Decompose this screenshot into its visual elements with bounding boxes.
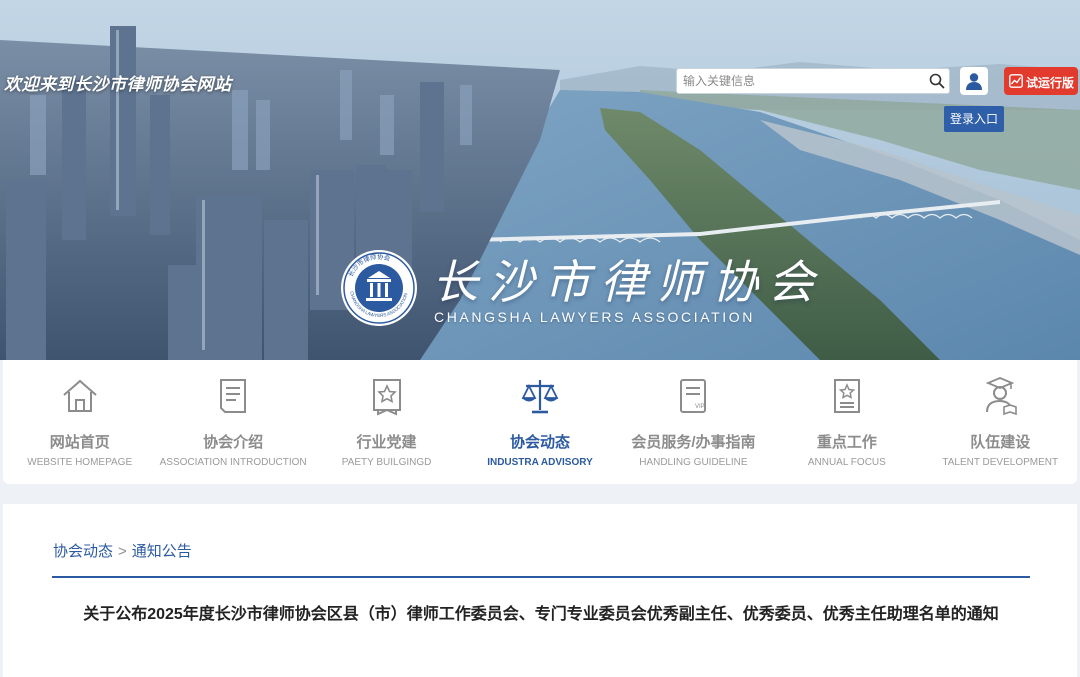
user-icon (966, 73, 982, 90)
nav-label-en: INDUSTRA ADVISORY (487, 457, 593, 468)
search-icon[interactable] (929, 73, 945, 89)
nav-item-homepage[interactable]: 网站首页 WEBSITE HOMEPAGE (3, 360, 156, 484)
certificate-icon (833, 379, 860, 413)
welcome-message: 欢迎来到长沙市律师协会网站 (4, 75, 232, 94)
vip-card-icon: VIP (680, 379, 707, 413)
association-emblem: 长沙市律师协会 CHANGSHA LAWYERS ASSOCIATION (341, 250, 417, 326)
title-divider (52, 576, 1030, 578)
chart-trend-icon (1009, 74, 1023, 88)
nav-label-cn: 协会介绍 (203, 434, 264, 451)
nav-label-en: HANDLING GUIDELINE (639, 457, 748, 468)
breadcrumb: 协会动态 > 通知公告 (53, 540, 192, 561)
nav-label-cn: 行业党建 (356, 434, 417, 451)
nav-label-en: ANNUAL FOCUS (807, 457, 886, 468)
nav-label-cn: 协会动态 (509, 434, 570, 451)
nav-label-en: WEBSITE HOMEPAGE (27, 457, 133, 468)
login-button[interactable]: 登录入口 (944, 106, 1004, 132)
nav-label-cn: 队伍建设 (970, 434, 1031, 451)
nav-item-association-intro[interactable]: 协会介绍 ASSOCIATION INTRODUCTION (156, 360, 309, 484)
nav-label-cn: 重点工作 (816, 434, 877, 451)
scales-icon (521, 380, 559, 414)
nav-label-en: TALENT DEVELOPMENT (942, 457, 1059, 468)
association-name-english: CHANGSHA LAWYERS ASSOCIATION (434, 309, 755, 325)
nav-item-member-services[interactable]: VIP 会员服务/办事指南 HANDLING GUIDELINE (617, 360, 770, 484)
home-icon (63, 379, 97, 412)
breadcrumb-section-link[interactable]: 协会动态 (53, 543, 113, 560)
nav-label-cn: 会员服务/办事指南 (631, 434, 756, 451)
graduate-icon (985, 377, 1018, 416)
search-box[interactable] (676, 68, 950, 94)
article-title: 关于公布2025年度长沙市律师协会区县（市）律师工作委员会、专门专业委员会优秀副… (83, 606, 999, 623)
nav-item-party-building[interactable]: 行业党建 PAETY BUILGINGD (310, 360, 463, 484)
nav-item-association-news[interactable]: 协会动态 INDUSTRA ADVISORY (463, 360, 616, 484)
nav-label-en: ASSOCIATION INTRODUCTION (159, 457, 307, 468)
badge-icon (372, 379, 401, 416)
association-name-calligraphy: 长沙市律师协会 (432, 255, 824, 309)
trial-badge-label: 试运行版 (1026, 76, 1075, 90)
nav-label-cn: 网站首页 (49, 434, 110, 451)
main-navigation: 网站首页 WEBSITE HOMEPAGE 协会介绍 ASSOCIATION I… (3, 360, 1077, 484)
nav-item-key-work[interactable]: 重点工作 ANNUAL FOCUS (770, 360, 923, 484)
hero-banner: 欢迎来到长沙市律师协会网站 试运行版 登录入口 (0, 0, 1080, 360)
breadcrumb-current-page[interactable]: 通知公告 (132, 543, 192, 560)
document-icon (220, 379, 247, 413)
user-account-button[interactable] (960, 67, 988, 95)
breadcrumb-separator: > (118, 543, 127, 560)
content-panel: 协会动态 > 通知公告 关于公布2025年度长沙市律师协会区县（市）律师工作委员会、… (3, 504, 1077, 677)
nav-item-team-building[interactable]: 队伍建设 TALENT DEVELOPMENT (924, 360, 1077, 484)
search-input[interactable] (683, 69, 923, 93)
nav-label-en: PAETY BUILGINGD (341, 457, 432, 468)
svg-text:VIP: VIP (695, 404, 705, 410)
trial-version-badge: 试运行版 (1004, 67, 1078, 95)
